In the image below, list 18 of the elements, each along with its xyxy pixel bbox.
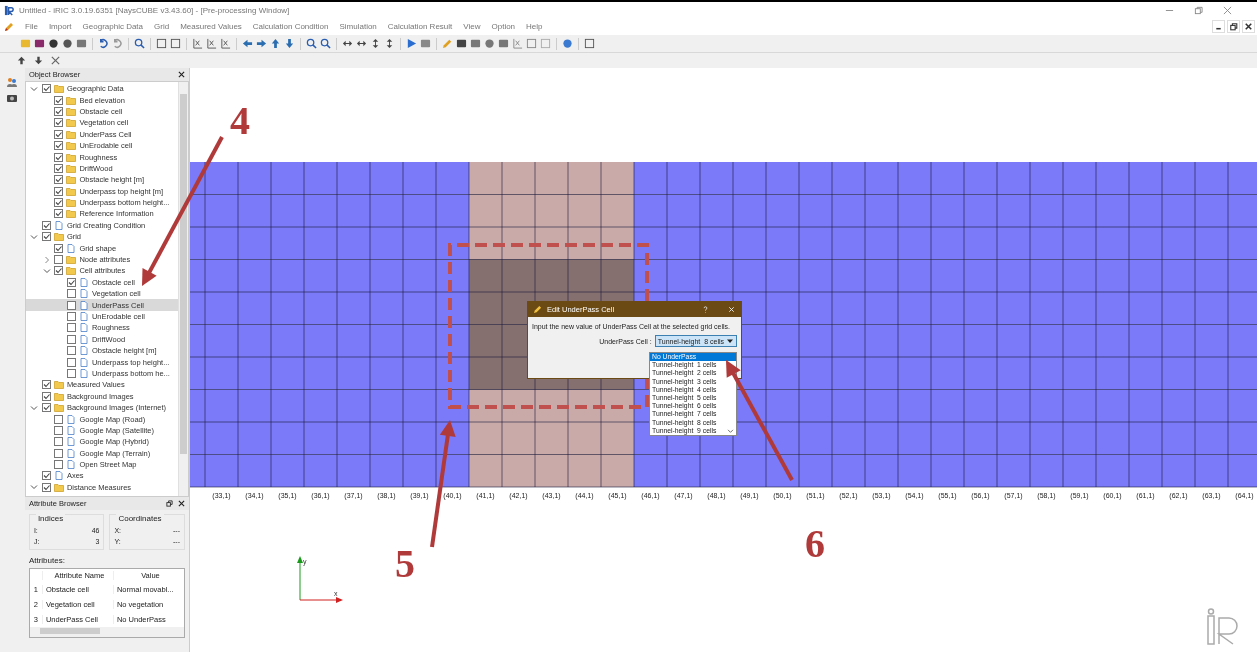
section-label: Attributes: [27, 555, 66, 567]
group-title: Indices [35, 514, 66, 523]
menu-item[interactable]: Measured Values [180, 22, 242, 31]
menu-item[interactable]: Import [48, 22, 72, 31]
window-title: Untitled - iRIC 3.0.19.6351 [NaysCUBE v3.43.60] - [Pre-processing Window] [19, 5, 290, 15]
menu-item[interactable]: File [25, 22, 38, 31]
step-number: 4 [230, 98, 250, 143]
menu-item[interactable]: View [463, 22, 481, 31]
step-number: 5 [395, 541, 415, 586]
menu-item[interactable]: Option [491, 22, 516, 31]
menu-item[interactable]: Calculation Condition [252, 22, 329, 31]
menu-item[interactable]: Geographic Data [82, 22, 144, 31]
group-title: Coordinates [116, 514, 164, 523]
step-number: 6 [805, 521, 825, 566]
menu-item[interactable]: Simulation [339, 22, 377, 31]
menu-item[interactable]: Help [526, 22, 543, 31]
menu-item[interactable]: Grid [154, 22, 170, 31]
menu-item[interactable]: Calculation Result [387, 22, 453, 31]
